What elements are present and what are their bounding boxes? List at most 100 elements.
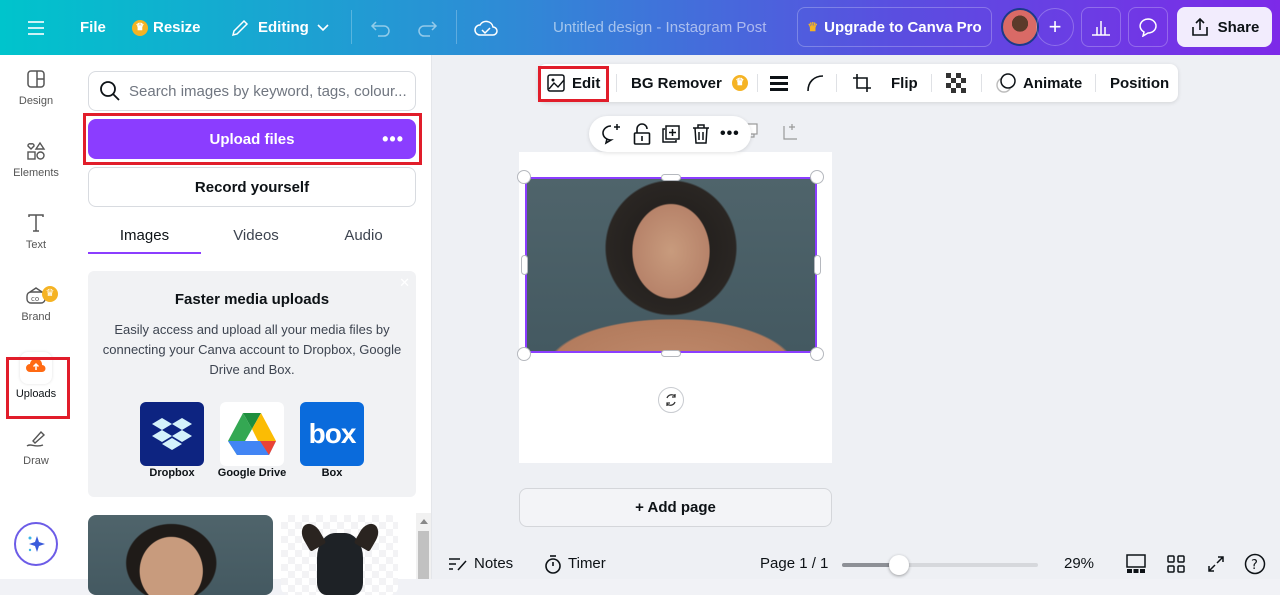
svg-text:co: co [31, 295, 39, 303]
bg-remover-button[interactable]: BG Remover ♛ [631, 64, 753, 102]
menu-button[interactable] [26, 0, 46, 55]
crown-icon: ♛ [132, 19, 148, 36]
resize-handle-bottom-left[interactable] [517, 347, 531, 361]
help-icon: ? [1244, 553, 1266, 574]
file-menu[interactable]: File [80, 0, 106, 55]
page-indicator[interactable]: Page 1 / 1 [760, 548, 828, 579]
design-icon [27, 70, 45, 88]
trash-icon[interactable] [692, 124, 710, 144]
border-style-icon [770, 76, 788, 91]
lock-icon[interactable] [633, 123, 651, 145]
panel-scrollbar[interactable] [416, 513, 431, 579]
resize-handle-bottom[interactable] [661, 350, 681, 357]
duplicate-icon[interactable] [661, 124, 681, 144]
zoom-slider[interactable] [842, 555, 1038, 575]
design-title[interactable]: Untitled design - Instagram Post [553, 0, 766, 55]
avatar[interactable] [1001, 8, 1039, 46]
flip-button[interactable]: Flip [891, 64, 918, 102]
notes-label: Notes [474, 555, 514, 572]
timer-button[interactable]: Timer [544, 548, 606, 579]
faster-uploads-card: ✕ Faster media uploads Easily access and… [88, 271, 416, 497]
zoom-slider-knob[interactable] [889, 555, 909, 575]
tab-images[interactable]: Images [88, 215, 201, 255]
position-button[interactable]: Position [1110, 64, 1169, 102]
magic-assistant-button[interactable] [14, 522, 58, 566]
undo-icon [370, 20, 390, 37]
dropbox-button[interactable] [140, 402, 204, 466]
sidebar-label: Text [25, 239, 47, 251]
comment-add-icon[interactable] [600, 123, 622, 145]
tab-videos[interactable]: Videos [201, 215, 311, 255]
invite-button[interactable]: + [1036, 8, 1074, 46]
resize-handle-top-left[interactable] [517, 170, 531, 184]
dropbox-label: Dropbox [149, 467, 195, 479]
undo-button[interactable] [370, 0, 392, 55]
sidebar-label: Design [18, 95, 54, 107]
resize-handle-left[interactable] [521, 255, 528, 275]
tab-audio[interactable]: Audio [311, 215, 416, 255]
resize-handle-right[interactable] [814, 255, 821, 275]
upload-thumbnail-portrait[interactable] [88, 515, 273, 595]
sidebar-item-brand[interactable]: ♛ co Brand [0, 271, 72, 337]
comments-button[interactable] [1128, 7, 1168, 47]
add-page-button[interactable]: + Add page [519, 488, 832, 527]
crown-icon: ♛ [807, 20, 819, 34]
chevron-down-icon [317, 23, 329, 31]
bg-remover-label: BG Remover [631, 74, 722, 92]
sidebar-label: Elements [13, 167, 59, 179]
resize-handle-bottom-right[interactable] [810, 347, 824, 361]
google-drive-button[interactable] [220, 402, 284, 466]
redo-icon [418, 20, 438, 37]
resize-handle-top-right[interactable] [810, 170, 824, 184]
editing-mode-dropdown[interactable]: Editing [230, 0, 329, 55]
redo-button[interactable] [416, 0, 438, 55]
top-bar: File ♛ Resize Editing Untitled design - … [0, 0, 1280, 55]
help-button[interactable]: ? [1244, 548, 1266, 579]
share-button[interactable]: Share [1177, 7, 1272, 47]
zoom-percent[interactable]: 29% [1064, 548, 1094, 579]
divider [616, 74, 617, 92]
upgrade-label: Upgrade to Canva Pro [824, 18, 982, 36]
corner-rounding-button[interactable] [806, 64, 824, 102]
resize-button[interactable]: ♛ Resize [132, 0, 201, 55]
rotate-handle[interactable] [658, 387, 684, 413]
insights-button[interactable] [1081, 7, 1121, 47]
notes-button[interactable]: Notes [448, 548, 513, 579]
upgrade-button[interactable]: ♛ Upgrade to Canva Pro [797, 7, 992, 47]
crop-button[interactable] [852, 64, 872, 102]
grid-view-button[interactable] [1167, 548, 1185, 579]
box-icon: box [308, 418, 357, 449]
plus-icon: + [1048, 14, 1062, 39]
google-drive-icon [228, 413, 276, 455]
more-options-icon[interactable]: ••• [720, 125, 740, 143]
upload-thumbnail-dog[interactable] [281, 515, 398, 595]
crown-icon: ♛ [42, 286, 58, 302]
record-yourself-button[interactable]: Record yourself [88, 167, 416, 207]
fullscreen-button[interactable] [1207, 548, 1225, 579]
transparency-button[interactable] [946, 64, 966, 102]
active-tab-indicator [88, 252, 201, 254]
crop-icon [853, 74, 871, 92]
sidebar-item-draw[interactable]: Draw [0, 415, 72, 481]
resize-handle-top[interactable] [661, 174, 681, 181]
sidebar-item-design[interactable]: Design [0, 55, 72, 121]
cloud-save-status[interactable] [474, 0, 498, 55]
sidebar-label: Brand [21, 311, 51, 323]
animate-button[interactable]: Animate [995, 64, 1082, 102]
crown-icon: ♛ [731, 75, 748, 91]
page-view-button[interactable] [1126, 548, 1146, 579]
search-input[interactable]: Search images by keyword, tags, colour..… [88, 71, 416, 111]
text-icon [28, 214, 44, 232]
share-label: Share [1217, 18, 1260, 36]
close-icon[interactable]: ✕ [399, 275, 410, 291]
selected-image-portrait[interactable] [525, 177, 817, 353]
elements-icon [27, 141, 46, 160]
google-drive-label: Google Drive [217, 467, 287, 479]
border-style-button[interactable] [769, 64, 789, 102]
cloud-check-icon [474, 20, 498, 36]
sidebar-item-text[interactable]: Text [0, 199, 72, 265]
sidebar-item-elements[interactable]: Elements [0, 127, 72, 193]
box-button[interactable]: box [300, 402, 364, 466]
share-upload-icon [1191, 17, 1208, 36]
image-context-toolbar: Edit BG Remover ♛ Flip Animate Position [538, 64, 1178, 102]
